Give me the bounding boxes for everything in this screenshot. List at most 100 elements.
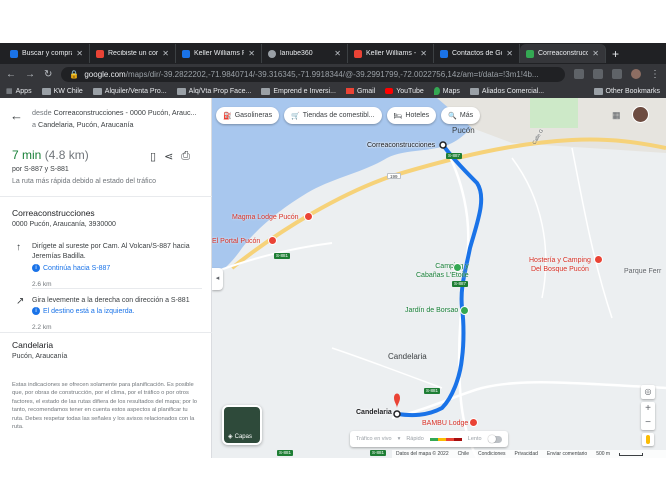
chip-groceries[interactable]: 🛒 Tiendas de comestibl... [284, 107, 382, 124]
step-distance: 2.6 km [32, 281, 52, 288]
bookmark-label: KW Chile [53, 87, 83, 95]
close-icon[interactable]: ✕ [420, 49, 427, 58]
tab-buscar[interactable]: Buscar y compra ✕ [4, 44, 90, 63]
chip-gas-stations[interactable]: ⛽ Gasolineras [216, 107, 280, 124]
close-icon[interactable]: ✕ [592, 49, 599, 58]
share-icon[interactable]: ⋖ [164, 150, 173, 163]
bookmark-emprend[interactable]: Emprend e Inversi... [261, 87, 336, 95]
step-note-text: El destino está a la izquierda. [43, 307, 135, 315]
footer-privacy-link[interactable]: Privacidad [515, 451, 538, 457]
tab-label: Correaconstrucc [538, 50, 589, 57]
close-icon[interactable]: ✕ [76, 49, 83, 58]
tab-lanube360[interactable]: lanube360 ✕ [262, 44, 348, 63]
map-canvas[interactable]: ⛽ Gasolineras 🛒 Tiendas de comestibl... 🛏 H… [212, 98, 666, 458]
bookmark-alquiler[interactable]: Alquiler/Venta Pro... [92, 87, 167, 95]
send-to-phone-icon[interactable]: ▯ [150, 150, 156, 163]
extensions-icon[interactable] [612, 69, 622, 79]
bookmark-apps[interactable]: ▦ Apps [6, 87, 32, 96]
maps-icon [433, 87, 440, 95]
layers-button[interactable]: ◈ Capas [222, 405, 262, 445]
share-icon[interactable] [574, 69, 584, 79]
hotel-marker-icon[interactable] [469, 418, 478, 427]
layers-label: ◈ Capas [228, 433, 252, 441]
close-icon[interactable]: ✕ [334, 49, 341, 58]
hotel-marker-icon[interactable] [594, 255, 603, 264]
bookmark-label: Alq/Vta Prop Face... [188, 87, 252, 95]
screenshot-frame: Buscar y compra ✕ Recibiste un cor ✕ Kelle… [0, 0, 666, 500]
footer-country[interactable]: Chile [458, 451, 469, 457]
scale-label[interactable]: 500 m [596, 451, 610, 457]
chevron-down-icon[interactable]: ▾ [398, 436, 401, 442]
close-icon[interactable]: ✕ [162, 49, 169, 58]
step-instruction[interactable]: Gira levemente a la derecha con direcció… [32, 296, 202, 306]
tab-label: Keller Williams R [194, 50, 245, 57]
my-location-button[interactable]: ◎ [641, 385, 655, 399]
step-instruction[interactable]: Dirígete al sureste por Cam. Al Volcan/S… [32, 242, 202, 262]
bookmark-other[interactable]: Other Bookmarks [593, 87, 660, 95]
route-origin: Correaconstrucciones - 0000 Pucón, Arauc… [53, 108, 197, 117]
bookmark-maps[interactable]: Maps [433, 87, 460, 95]
tab-keller-williams-r[interactable]: Keller Williams R ✕ [176, 44, 262, 63]
reload-icon[interactable]: ↻ [44, 69, 52, 80]
zoom-controls: + − [641, 402, 655, 430]
chip-hotels[interactable]: 🛏 Hoteles [386, 107, 437, 124]
bookmark-youtube[interactable]: YouTube [385, 88, 424, 95]
profile-icon[interactable] [631, 69, 641, 79]
close-icon[interactable]: ✕ [506, 49, 513, 58]
bookmark-gmail[interactable]: Gmail [345, 88, 375, 95]
pegman-icon[interactable] [642, 433, 654, 446]
globe-icon [268, 49, 276, 58]
close-icon[interactable]: ✕ [248, 49, 255, 58]
map-label-portal: El Portal Pucón [212, 238, 261, 245]
map-label-magma: Magma Lodge Pucón [232, 214, 299, 221]
bookmark-star-icon[interactable] [593, 69, 603, 79]
new-tab-button[interactable]: + [612, 47, 619, 61]
bookmark-aliados[interactable]: Aliados Comercial... [469, 87, 544, 95]
route-duration: 7 min (4.8 km) [12, 148, 89, 162]
route-faster-note: La ruta más rápida debido al estado del … [12, 178, 156, 185]
hotel-marker-icon[interactable] [304, 212, 313, 221]
bookmark-kw-chile[interactable]: KW Chile [41, 87, 83, 95]
menu-icon[interactable]: ⋮ [650, 69, 660, 80]
traffic-toggle[interactable] [487, 434, 502, 443]
zoom-out-button[interactable]: − [641, 416, 655, 430]
google-apps-icon[interactable]: ▦ [612, 110, 621, 121]
tab-favicon [182, 49, 190, 58]
destination-dot[interactable] [393, 410, 401, 418]
tab-recibiste[interactable]: Recibiste un cor ✕ [90, 44, 176, 63]
forward-arrow-icon[interactable]: → [25, 69, 35, 80]
tab-keller-williams[interactable]: Keller Williams - ✕ [348, 44, 434, 63]
distance-value: (4.8 km) [44, 148, 89, 162]
map-label-pucon: Pucón [452, 126, 475, 135]
route-prefix: desde [32, 108, 54, 117]
back-arrow-icon[interactable]: ← [6, 69, 16, 80]
camping-marker-icon[interactable] [453, 263, 462, 272]
bookmark-alq-vta[interactable]: Alq/Vta Prop Face... [176, 87, 252, 95]
back-arrow-icon[interactable]: ← [10, 108, 23, 123]
road-shield-s887: S-887 [446, 153, 463, 159]
step-note: i Continúa hacia S-887 [32, 264, 110, 272]
browser-chrome: Buscar y compra ✕ Recibiste un cor ✕ Kelle… [0, 43, 666, 98]
road-shield-199: 199 [387, 173, 401, 179]
hotel-marker-icon[interactable] [268, 236, 277, 245]
chip-more[interactable]: 🔍 Más [441, 107, 481, 124]
url-host: google.com [84, 69, 126, 79]
tab-label: Recibiste un cor [108, 50, 159, 57]
footer-feedback-link[interactable]: Enviar comentario [547, 451, 587, 457]
address-bar[interactable]: 🔒 google.com/maps/dir/-39.2822202,-71.98… [61, 66, 565, 82]
road-shield-s881: S-881 [277, 450, 294, 456]
map-footer: Datos del mapa © 2022 Chile Condiciones … [392, 450, 666, 458]
info-icon: i [32, 264, 40, 272]
tab-contactos[interactable]: Contactos de Go ✕ [434, 44, 520, 63]
footer-terms-link[interactable]: Condiciones [478, 451, 506, 457]
gas-station-icon: ⛽ [223, 112, 232, 120]
collapse-panel-button[interactable]: ◂ [212, 268, 223, 290]
zoom-in-button[interactable]: + [641, 402, 655, 416]
tab-bar: Buscar y compra ✕ Recibiste un cor ✕ Kelle… [0, 43, 666, 64]
park-marker-icon[interactable] [460, 306, 469, 315]
avatar[interactable] [632, 106, 649, 123]
print-icon[interactable]: ⎙ [181, 150, 190, 163]
tab-label: Keller Williams - [366, 50, 417, 57]
tab-correaconstrucc[interactable]: Correaconstrucc ✕ [520, 44, 606, 63]
origin-marker[interactable] [439, 141, 447, 149]
